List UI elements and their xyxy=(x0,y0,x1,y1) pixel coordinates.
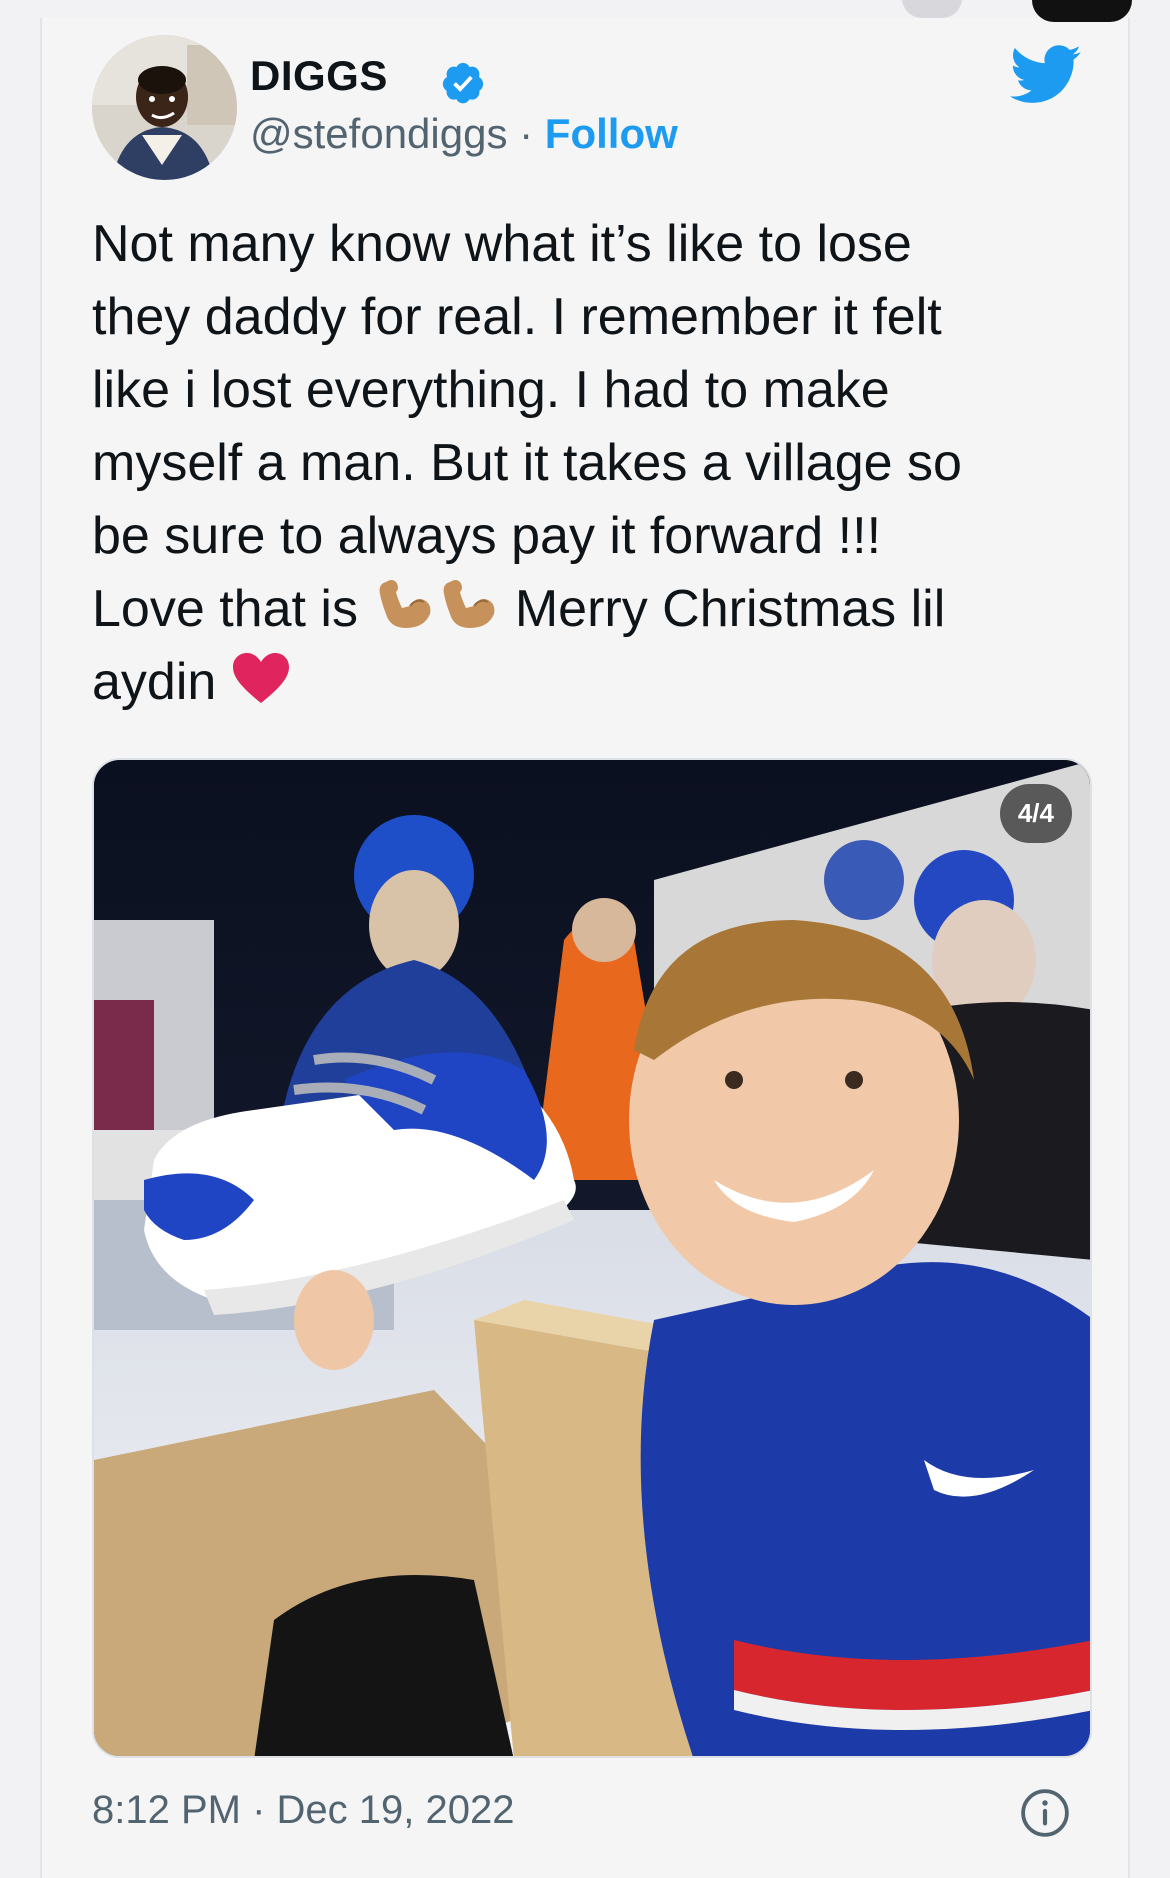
tweet-text-line: like i lost everything. I had to make xyxy=(92,361,890,419)
author-name[interactable]: DIGGS xyxy=(250,52,388,100)
tweet-text-line: Not many know what it’s like to lose xyxy=(92,215,912,273)
tweet-text: Not many know what it’s like to lose the… xyxy=(92,208,1092,719)
flexed-biceps-icon xyxy=(379,580,431,628)
separator-dot: · xyxy=(507,110,545,157)
red-heart-icon xyxy=(232,653,289,703)
avatar[interactable] xyxy=(92,35,237,180)
previous-tweet-edge xyxy=(902,0,962,18)
tweet-card: DIGGS @stefondiggs · Follow Not many kno… xyxy=(40,0,1132,1878)
photo-illustration xyxy=(94,760,1090,1756)
flexed-biceps-icon xyxy=(443,580,495,628)
info-icon[interactable] xyxy=(1020,1788,1070,1838)
author-handle[interactable]: @stefondiggs xyxy=(250,110,507,157)
media-counter: 4/4 xyxy=(999,784,1072,843)
tweet-text-segment: Merry Christmas lil xyxy=(500,580,946,638)
tweet-text-line: myself a man. But it takes a village so xyxy=(92,434,962,492)
tweet-text-segment: aydin xyxy=(92,653,231,711)
tweet-photo[interactable]: 4/4 xyxy=(92,758,1092,1758)
tweet-text-line: they daddy for real. I remember it felt xyxy=(92,288,942,346)
tweet-timestamp[interactable]: 8:12 PM · Dec 19, 2022 xyxy=(92,1788,514,1833)
handle-row: @stefondiggs · Follow xyxy=(250,110,678,158)
twitter-bird-icon[interactable] xyxy=(1010,45,1082,105)
verified-badge-icon xyxy=(442,62,484,104)
follow-button[interactable]: Follow xyxy=(545,110,678,157)
tweet-text-line: be sure to always pay it forward !!! xyxy=(92,507,882,565)
tweet-text-segment: Love that is xyxy=(92,580,373,638)
tweet-text-line: Love that is Merry Christmas lil xyxy=(92,573,1092,646)
tweet-text-line: aydin xyxy=(92,646,1092,719)
previous-tweet-edge xyxy=(1032,0,1132,22)
